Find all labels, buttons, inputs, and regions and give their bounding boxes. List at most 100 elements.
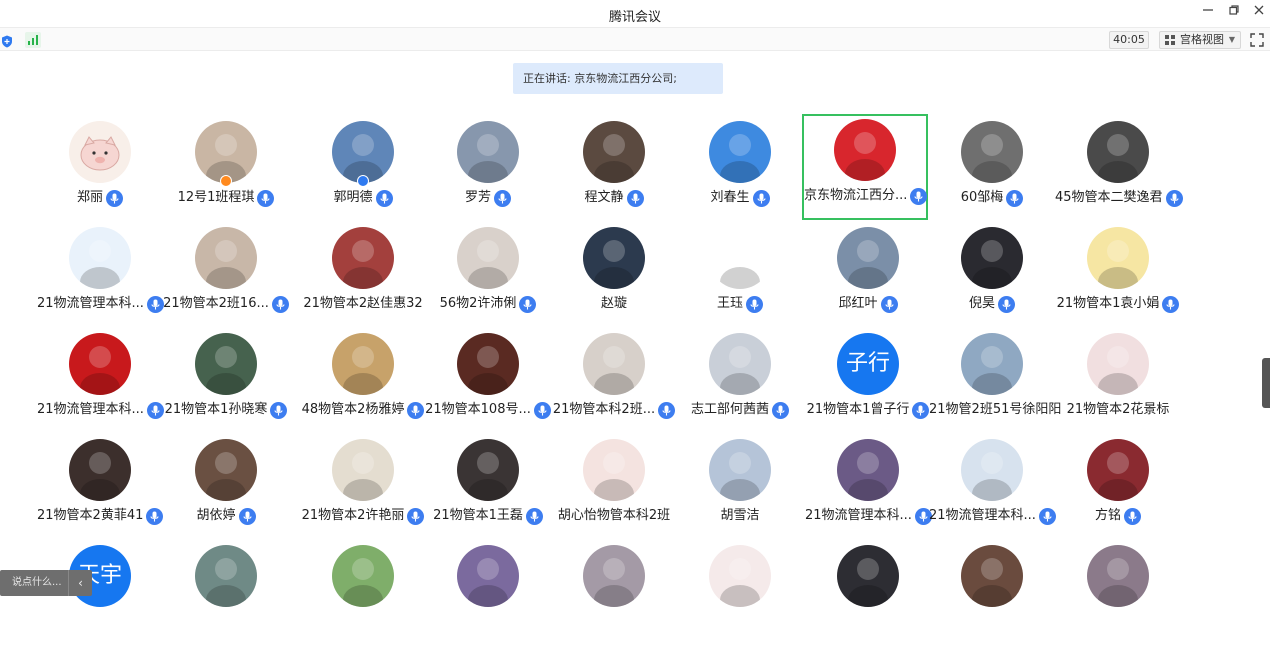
participant-tile[interactable]: 郑丽 — [37, 116, 163, 222]
participant-tile[interactable]: 王珏 — [677, 222, 803, 328]
participant-avatar — [961, 333, 1023, 395]
participant-tile[interactable] — [677, 540, 803, 646]
microphone-icon[interactable] — [407, 507, 425, 525]
microphone-icon[interactable] — [746, 295, 763, 313]
microphone-icon[interactable] — [1124, 507, 1141, 525]
microphone-icon[interactable] — [1006, 189, 1024, 207]
participant-tile[interactable]: 21物流管理本科... — [929, 434, 1056, 540]
participant-name: 志工部何茜茜 — [690, 402, 769, 417]
participant-tile[interactable]: 60邹梅 — [929, 116, 1055, 222]
collapse-arrow-icon[interactable]: ‹ — [68, 570, 92, 596]
microphone-icon[interactable] — [525, 507, 543, 525]
participant-avatar — [69, 227, 131, 289]
participant-tile[interactable]: 21物流管理本科... — [37, 328, 164, 434]
participant-tile[interactable] — [805, 540, 931, 646]
participant-tile[interactable] — [929, 540, 1055, 646]
microphone-icon[interactable] — [519, 295, 537, 313]
host-badge-icon — [220, 175, 232, 187]
participant-tile[interactable]: 赵璇 — [551, 222, 677, 328]
microphone-icon[interactable] — [106, 189, 123, 207]
participant-tile[interactable]: 21物流管理本科... — [37, 222, 164, 328]
participant-tile[interactable]: 12号1班程琪 — [163, 116, 289, 222]
microphone-icon[interactable] — [1165, 189, 1183, 207]
participant-tile[interactable]: 21物管2班51号徐阳阳 — [929, 328, 1061, 434]
participant-tile[interactable]: 方铭 — [1055, 434, 1181, 540]
microphone-icon[interactable] — [375, 189, 393, 207]
participant-tile[interactable]: 程文静 — [551, 116, 677, 222]
participant-tile[interactable]: 21物流管理本科... — [805, 434, 932, 540]
participant-tile[interactable]: 45物管本二樊逸君 — [1055, 116, 1183, 222]
participant-tile[interactable]: 志工部何茜茜 — [677, 328, 803, 434]
participant-tile[interactable]: 21物管本108号... — [425, 328, 551, 434]
close-icon[interactable] — [1249, 4, 1269, 22]
participant-tile[interactable]: 48物管本2杨雅婷 — [300, 328, 426, 434]
microphone-icon[interactable] — [146, 507, 164, 525]
participant-tile[interactable]: 56物2许沛俐 — [425, 222, 551, 328]
microphone-icon[interactable] — [772, 401, 789, 419]
participant-tile[interactable]: 刘春生 — [677, 116, 803, 222]
participant-name: 21物管本1曾子行 — [806, 402, 910, 417]
participant-tile[interactable] — [1055, 540, 1181, 646]
restore-icon[interactable] — [1224, 4, 1244, 22]
participant-tile[interactable]: 21物管本2花景标 — [1055, 328, 1181, 434]
microphone-icon[interactable] — [494, 189, 511, 207]
microphone-icon[interactable] — [238, 507, 256, 525]
microphone-icon[interactable] — [146, 295, 164, 313]
participant-tile[interactable]: 21物管本1孙晓寒 — [163, 328, 289, 434]
microphone-icon[interactable] — [998, 295, 1015, 313]
network-signal-icon[interactable] — [25, 32, 41, 48]
participant-tile[interactable] — [551, 540, 677, 646]
chat-input[interactable]: 说点什么... ‹ — [0, 570, 92, 596]
participant-tile[interactable]: 21物管本1袁小娟 — [1055, 222, 1181, 328]
participant-name: 21物管本1王磊 — [433, 508, 523, 523]
participant-name-line: 郑丽 — [37, 189, 163, 207]
participant-tile[interactable]: 京东物流江西分... — [802, 114, 928, 220]
microphone-icon[interactable] — [270, 401, 288, 419]
participant-avatar — [1087, 333, 1149, 395]
participant-tile[interactable]: 21物管本2赵佳惠32 — [300, 222, 426, 328]
view-mode-dropdown[interactable]: 宫格视图 ▼ — [1159, 31, 1241, 49]
participant-name-line: 罗芳 — [425, 189, 551, 207]
participant-name: 胡雪洁 — [720, 508, 760, 523]
microphone-icon[interactable] — [257, 189, 275, 207]
microphone-icon[interactable] — [658, 401, 676, 419]
fullscreen-icon[interactable] — [1250, 32, 1266, 48]
participant-tile[interactable] — [163, 540, 289, 646]
participant-name-line: 21物管本1王磊 — [425, 507, 551, 525]
participant-tile[interactable]: 21物管本2许艳丽 — [300, 434, 426, 540]
microphone-icon[interactable] — [880, 295, 898, 313]
participant-tile[interactable]: 21物管本2班16... — [163, 222, 289, 328]
participant-tile[interactable]: 21物管本1王磊 — [425, 434, 551, 540]
chat-placeholder: 说点什么... — [12, 577, 62, 588]
minimize-icon[interactable] — [1198, 4, 1218, 22]
participant-tile[interactable]: 胡心怡物管本科2班 — [551, 434, 677, 540]
participant-tile[interactable]: 邱红叶 — [805, 222, 931, 328]
microphone-icon[interactable] — [912, 401, 930, 419]
participant-tile[interactable]: 21物管本科2班... — [551, 328, 677, 434]
security-shield-icon[interactable] — [1, 33, 13, 48]
microphone-icon[interactable] — [1038, 507, 1056, 525]
microphone-icon[interactable] — [752, 189, 770, 207]
participant-tile[interactable]: 倪昊 — [929, 222, 1055, 328]
participant-tile[interactable]: 郭明德 — [300, 116, 426, 222]
microphone-icon[interactable] — [407, 401, 425, 419]
participant-name-line: 刘春生 — [677, 189, 803, 207]
microphone-icon[interactable] — [1162, 295, 1180, 313]
participant-tile[interactable]: 胡雪洁 — [677, 434, 803, 540]
side-panel-handle[interactable] — [1262, 358, 1270, 408]
participant-tile[interactable]: 子行 21物管本1曾子行 — [805, 328, 931, 434]
participant-tile[interactable]: 罗芳 — [425, 116, 551, 222]
participant-avatar — [709, 333, 771, 395]
microphone-icon[interactable] — [910, 187, 928, 205]
microphone-icon[interactable] — [146, 401, 164, 419]
participant-tile[interactable]: 胡依婷 — [163, 434, 289, 540]
participant-tile[interactable]: 21物管本2黄菲41 — [37, 434, 164, 540]
participant-avatar — [1087, 121, 1149, 183]
participant-avatar — [837, 227, 899, 289]
microphone-icon[interactable] — [533, 401, 551, 419]
microphone-icon[interactable] — [626, 189, 644, 207]
participant-tile[interactable] — [425, 540, 551, 646]
participant-name: 12号1班程琪 — [177, 190, 255, 205]
participant-tile[interactable] — [300, 540, 426, 646]
microphone-icon[interactable] — [271, 295, 289, 313]
